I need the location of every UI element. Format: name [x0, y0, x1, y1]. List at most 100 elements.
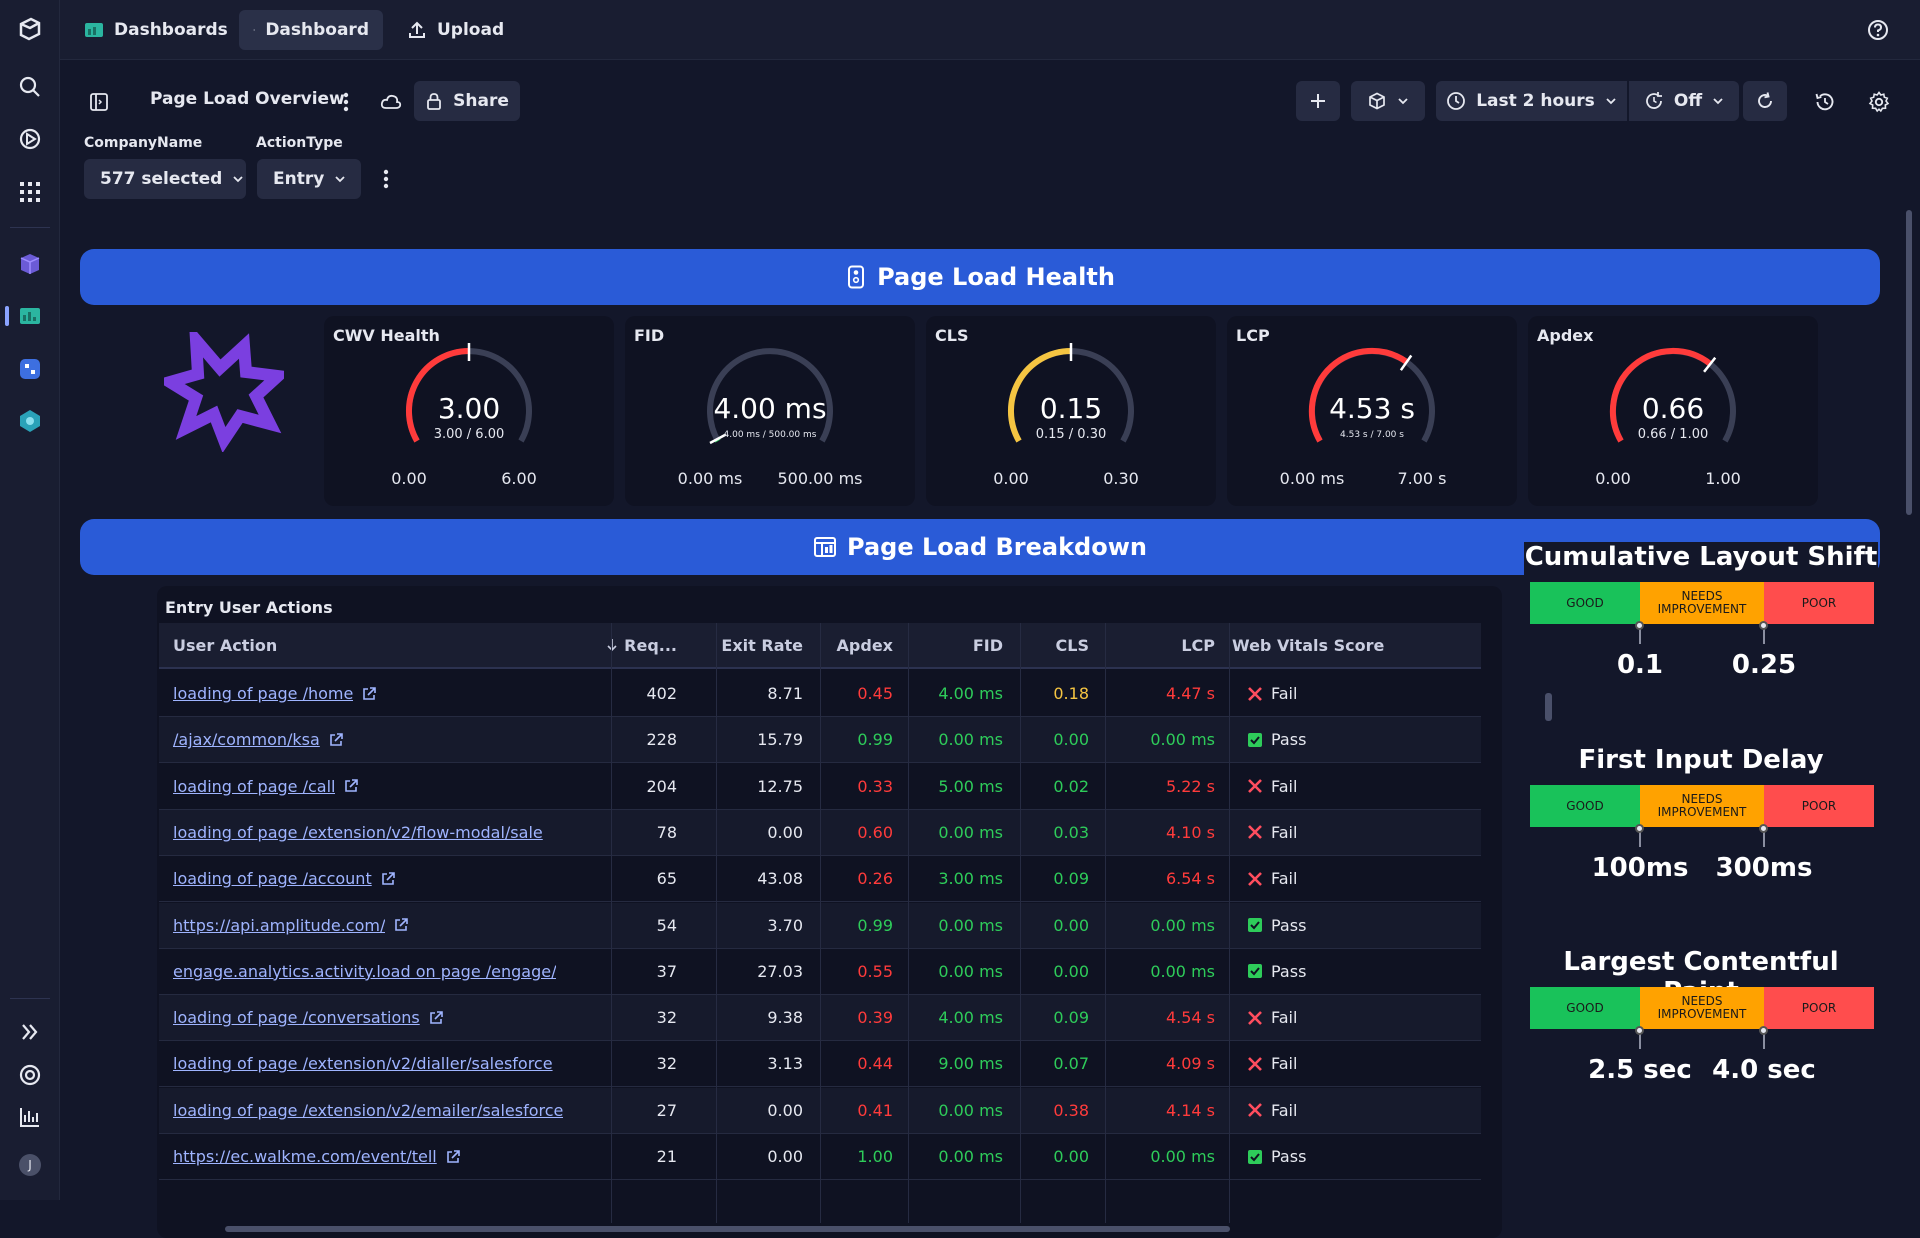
external-link-icon[interactable]: [361, 686, 377, 702]
share-button[interactable]: Share: [414, 81, 520, 121]
gauge-value: 4.00 ms: [713, 392, 827, 425]
poor-segment: POOR: [1764, 785, 1874, 827]
filter-more-icon[interactable]: [378, 166, 394, 192]
user-action-link[interactable]: loading of page /account: [173, 869, 372, 888]
user-action-cell: loading of page /home: [173, 671, 567, 716]
auto-refresh-selector[interactable]: Off: [1629, 81, 1739, 121]
gauge-min: 0.00: [391, 469, 427, 488]
page-load-breakdown-title: Page Load Breakdown: [847, 533, 1147, 561]
external-link-icon[interactable]: [343, 778, 359, 794]
apps-grid-icon[interactable]: [13, 175, 47, 209]
requests-cell: 54: [656, 915, 677, 935]
kubernetes-app-icon[interactable]: [13, 404, 47, 438]
apdex-cell: 0.41: [857, 1100, 893, 1120]
settings-gear-icon[interactable]: [1864, 87, 1894, 117]
history-icon[interactable]: [1810, 87, 1840, 117]
requests-cell: 204: [646, 776, 677, 796]
user-action-link[interactable]: /ajax/common/ksa: [173, 730, 320, 749]
chevron-down-icon: [335, 176, 345, 183]
threshold-pin-head: [1635, 621, 1644, 630]
col-requests[interactable]: Req...: [571, 623, 677, 667]
table-scrollbar-horizontal[interactable]: [225, 1226, 1230, 1232]
gauge-title: LCP: [1236, 326, 1270, 345]
upload-button[interactable]: Upload: [393, 10, 518, 50]
lcp-cell: 0.00 ms: [1150, 1147, 1215, 1166]
table-scrollbar-vertical[interactable]: [1545, 693, 1552, 721]
good-segment: GOOD: [1530, 582, 1640, 624]
lcp-cell: 0.00 ms: [1150, 915, 1215, 935]
requests-cell: 27: [656, 1100, 677, 1120]
gauge-max: 1.00: [1705, 469, 1741, 488]
expand-rail-icon[interactable]: [13, 1015, 47, 1049]
col-cls[interactable]: CLS: [1009, 623, 1089, 667]
col-exit-rate[interactable]: Exit Rate: [679, 623, 803, 667]
cross-icon: [1247, 778, 1263, 794]
search-icon[interactable]: [13, 70, 47, 104]
support-icon[interactable]: [13, 1058, 47, 1092]
gauge-max: 0.30: [1103, 469, 1139, 488]
cls-cell: 0.00: [1053, 730, 1089, 750]
help-icon[interactable]: [1866, 18, 1890, 42]
score-label: Pass: [1271, 1147, 1307, 1166]
external-link-icon[interactable]: [445, 1149, 461, 1165]
add-tile-button[interactable]: [1296, 81, 1340, 121]
external-link-icon[interactable]: [428, 1010, 444, 1026]
sidebar-toggle-icon[interactable]: [86, 89, 112, 115]
new-dashboard-button[interactable]: Dashboard: [239, 10, 383, 50]
metrics-icon[interactable]: [13, 1100, 47, 1134]
user-action-cell: loading of page /conversations: [173, 995, 567, 1040]
external-link-icon[interactable]: [328, 732, 344, 748]
davis-ai-icon[interactable]: [13, 122, 47, 156]
user-action-link[interactable]: engage.analytics.activity.load on page /…: [173, 962, 556, 981]
gauge-subvalue: 0.15 / 0.30: [1035, 427, 1107, 442]
plus-icon: [1311, 94, 1325, 108]
page-scrollbar[interactable]: [1906, 210, 1912, 515]
timeframe-selector[interactable]: Last 2 hours: [1436, 81, 1627, 121]
exit-rate-cell: 0.00: [767, 1147, 803, 1166]
dashboards-breadcrumb[interactable]: Dashboards: [70, 10, 242, 50]
dashboards-app-icon[interactable]: [13, 299, 47, 333]
user-avatar[interactable]: J: [13, 1148, 47, 1182]
more-options-icon[interactable]: [336, 88, 356, 116]
col-apdex[interactable]: Apdex: [811, 623, 893, 667]
dashboard-title[interactable]: Page Load Overview: [150, 89, 345, 109]
user-action-link[interactable]: https://ec.walkme.com/event/tell: [173, 1147, 437, 1166]
user-action-link[interactable]: loading of page /extension/v2/dialler/sa…: [173, 1054, 553, 1073]
refresh-button[interactable]: [1743, 81, 1787, 121]
action-type-filter-select[interactable]: Entry: [257, 159, 361, 199]
cls-cell: 0.02: [1053, 776, 1089, 796]
fid-cell: 0.00 ms: [938, 961, 1003, 981]
web-vitals-score-cell: Pass: [1247, 949, 1306, 994]
user-action-cell: loading of page /extension/v2/flow-modal…: [173, 810, 567, 855]
lcp-cell: 4.09 s: [1165, 1054, 1215, 1074]
external-link-icon[interactable]: [393, 917, 409, 933]
workflows-app-icon[interactable]: [13, 352, 47, 386]
threshold-poor-value: 0.25: [1731, 650, 1797, 680]
page-load-health-title: Page Load Health: [877, 263, 1115, 291]
user-action-link[interactable]: loading of page /call: [173, 777, 335, 796]
col-lcp[interactable]: LCP: [1095, 623, 1215, 667]
user-action-link[interactable]: https://api.amplitude.com/: [173, 916, 385, 935]
user-action-link[interactable]: loading of page /extension/v2/emailer/sa…: [173, 1101, 563, 1120]
app-cube-icon[interactable]: [13, 247, 47, 281]
col-divider: [1229, 623, 1230, 1223]
fid-cell: 3.00 ms: [938, 869, 1003, 889]
threshold-poor-value: 4.0 sec: [1712, 1055, 1816, 1085]
user-action-link[interactable]: loading of page /extension/v2/flow-modal…: [173, 823, 543, 842]
apdex-cell: 0.99: [857, 730, 893, 750]
company-filter-select[interactable]: 577 selected: [84, 159, 246, 199]
user-action-link[interactable]: loading of page /home: [173, 684, 353, 703]
cross-icon: [1247, 871, 1263, 887]
gauge-tile: LCP 4.53 s 4.53 s / 7.00 s 0.00 ms 7.00 s: [1227, 316, 1517, 506]
poor-segment: POOR: [1764, 582, 1874, 624]
gauge-max: 7.00 s: [1397, 469, 1447, 488]
col-web-vitals-score[interactable]: Web Vitals Score: [1232, 623, 1384, 667]
col-user-action[interactable]: User Action: [173, 623, 277, 667]
col-fid[interactable]: FID: [899, 623, 1003, 667]
web-vitals-score-cell: Pass: [1247, 1134, 1306, 1179]
score-label: Pass: [1271, 730, 1307, 750]
dynatrace-logo-icon[interactable]: [13, 12, 47, 46]
user-action-link[interactable]: loading of page /conversations: [173, 1008, 420, 1027]
external-link-icon[interactable]: [380, 871, 396, 887]
segments-button[interactable]: [1351, 81, 1425, 121]
